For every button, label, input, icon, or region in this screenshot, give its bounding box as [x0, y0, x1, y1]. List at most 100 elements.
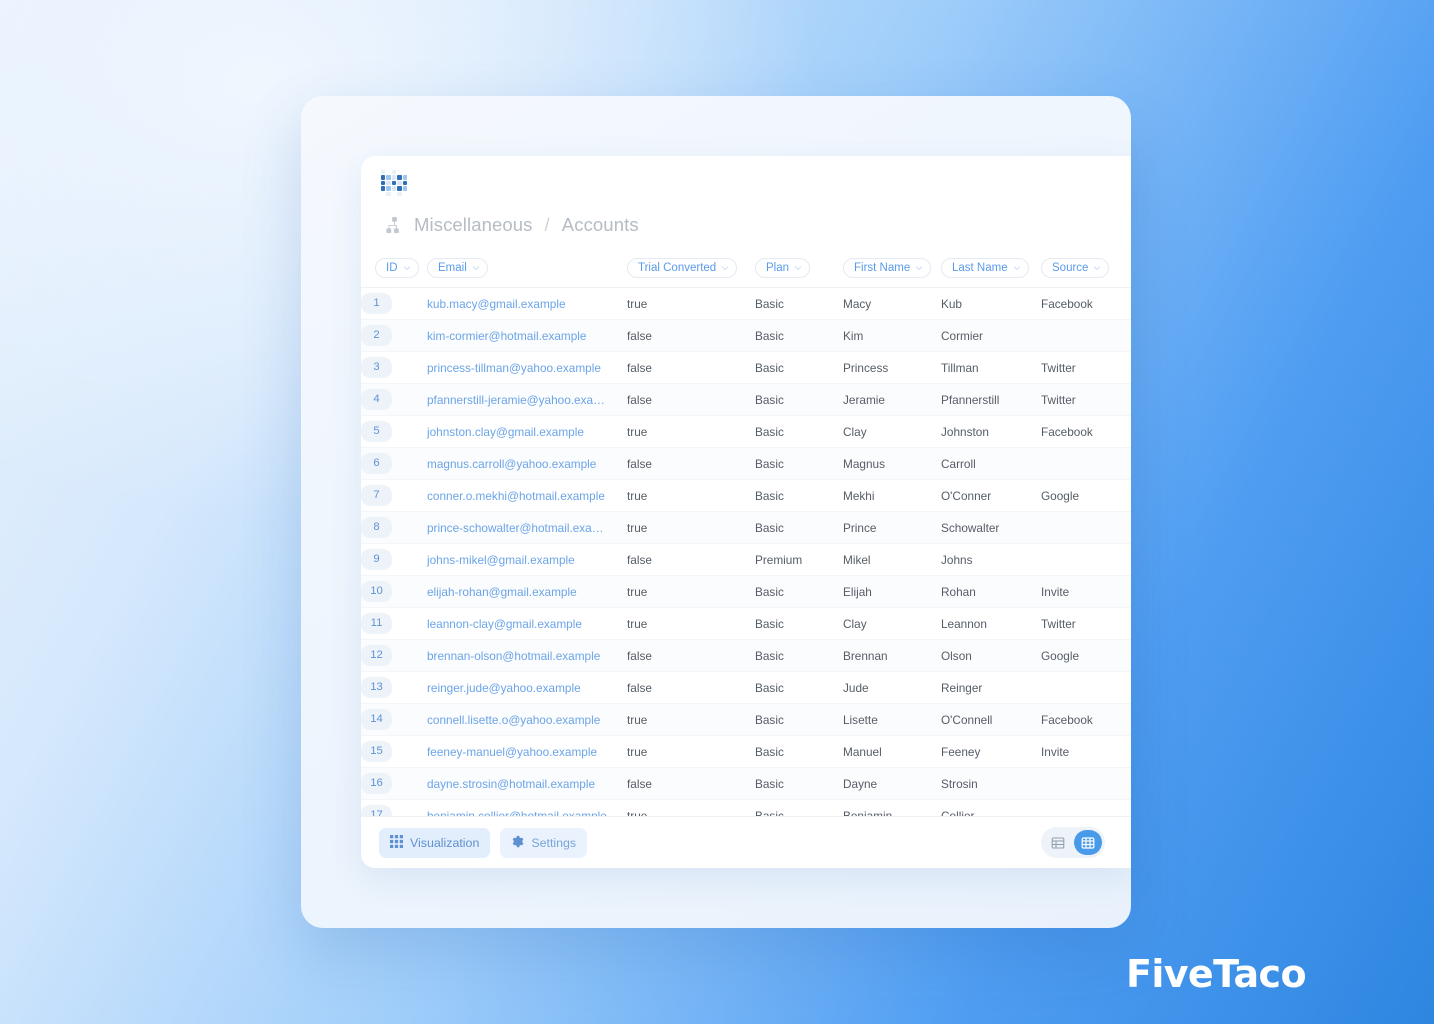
- table-row[interactable]: 8 prince-schowalter@hotmail.exa… true Basic…: [361, 511, 1131, 544]
- email-link[interactable]: connell.lisette.o@yahoo.example: [427, 713, 600, 727]
- email-link[interactable]: conner.o.mekhi@hotmail.example: [427, 489, 605, 503]
- cell-source: [1041, 799, 1131, 816]
- cell-first-name: Magnus: [843, 447, 941, 480]
- table-row[interactable]: 7 conner.o.mekhi@hotmail.example true Basic…: [361, 479, 1131, 512]
- table-row[interactable]: 13 reinger.jude@yahoo.example false Basic Ju…: [361, 671, 1131, 704]
- email-link[interactable]: princess-tillman@yahoo.example: [427, 361, 601, 375]
- visualization-button[interactable]: Visualization: [379, 827, 491, 858]
- email-link[interactable]: kim-cormier@hotmail.example: [427, 329, 586, 343]
- email-link[interactable]: elijah-rohan@gmail.example: [427, 585, 577, 599]
- settings-button[interactable]: Settings: [500, 827, 588, 858]
- cell-email: magnus.carroll@yahoo.example: [427, 447, 627, 480]
- view-mode-toggle-group: [1041, 827, 1105, 858]
- breadcrumb-parent[interactable]: Miscellaneous: [414, 214, 533, 236]
- table-row[interactable]: 1 kub.macy@gmail.example true Basic Macy Kub F…: [361, 287, 1131, 320]
- column-label-source: Source: [1052, 262, 1089, 274]
- table-row[interactable]: 11 leannon-clay@gmail.example true Basic Cla…: [361, 607, 1131, 640]
- email-link[interactable]: reinger.jude@yahoo.example: [427, 681, 581, 695]
- table-row[interactable]: 16 dayne.strosin@hotmail.example false Basi…: [361, 767, 1131, 800]
- cell-last-name: Collier: [941, 799, 1041, 816]
- cell-source: Invite: [1041, 735, 1131, 768]
- cell-first-name: Mikel: [843, 543, 941, 576]
- cell-trial-converted: true: [627, 287, 755, 320]
- cell-email: pfannerstill-jeramie@yahoo.exa…: [427, 383, 627, 416]
- table-row[interactable]: 9 johns-mikel@gmail.example false Premium Mi…: [361, 543, 1131, 576]
- cell-last-name: Strosin: [941, 767, 1041, 800]
- cell-first-name: Jude: [843, 671, 941, 704]
- list-view-toggle[interactable]: [1044, 830, 1072, 855]
- id-badge: 9: [361, 549, 392, 570]
- table-row[interactable]: 12 brennan-olson@hotmail.example false Basi…: [361, 639, 1131, 672]
- email-link[interactable]: johns-mikel@gmail.example: [427, 553, 575, 567]
- table-row[interactable]: 15 feeney-manuel@yahoo.example true Basic Ma…: [361, 735, 1131, 768]
- cell-source: [1041, 319, 1131, 352]
- cell-last-name: Tillman: [941, 351, 1041, 384]
- cell-id: 12: [361, 639, 427, 672]
- id-badge: 4: [361, 389, 392, 410]
- id-badge: 12: [361, 645, 392, 666]
- table-row[interactable]: 14 connell.lisette.o@yahoo.example true Bas…: [361, 703, 1131, 736]
- cell-trial-converted: true: [627, 575, 755, 608]
- app-logo-bar: [361, 156, 1131, 206]
- chevron-down-icon: [1013, 266, 1020, 271]
- column-filter-id[interactable]: ID: [375, 258, 419, 278]
- column-filter-first-name[interactable]: First Name: [843, 258, 932, 278]
- id-badge: 16: [361, 773, 392, 794]
- id-badge: 6: [361, 453, 392, 474]
- column-filter-plan[interactable]: Plan: [755, 258, 811, 278]
- id-badge: 5: [361, 421, 392, 442]
- email-link[interactable]: dayne.strosin@hotmail.example: [427, 777, 595, 791]
- email-link[interactable]: johnston.clay@gmail.example: [427, 425, 584, 439]
- table-row[interactable]: 17 benjamin.collier@hotmail.example true Ba…: [361, 799, 1131, 816]
- column-filter-email[interactable]: Email: [427, 258, 488, 278]
- column-filter-last-name[interactable]: Last Name: [941, 258, 1029, 278]
- table-row[interactable]: 3 princess-tillman@yahoo.example false Basi…: [361, 351, 1131, 384]
- column-filter-source[interactable]: Source: [1041, 258, 1110, 278]
- column-header-plan: Plan: [755, 252, 843, 288]
- cell-last-name: Feeney: [941, 735, 1041, 768]
- column-label-id: ID: [386, 262, 398, 274]
- table-row[interactable]: 4 pfannerstill-jeramie@yahoo.exa… false Bas…: [361, 383, 1131, 416]
- cell-source: [1041, 767, 1131, 800]
- cell-plan: Basic: [755, 511, 843, 544]
- breadcrumb-current[interactable]: Accounts: [562, 214, 639, 236]
- id-badge: 15: [361, 741, 392, 762]
- table-row[interactable]: 5 johnston.clay@gmail.example true Basic Cla…: [361, 415, 1131, 448]
- table-body: 1 kub.macy@gmail.example true Basic Macy Kub F…: [361, 287, 1131, 816]
- cell-last-name: Olson: [941, 639, 1041, 672]
- email-link[interactable]: benjamin.collier@hotmail.example: [427, 809, 607, 816]
- cell-email: feeney-manuel@yahoo.example: [427, 735, 627, 768]
- id-badge: 10: [361, 581, 392, 602]
- email-link[interactable]: magnus.carroll@yahoo.example: [427, 457, 596, 471]
- table-row[interactable]: 6 magnus.carroll@yahoo.example false Basic M…: [361, 447, 1131, 480]
- cell-plan: Basic: [755, 575, 843, 608]
- email-link[interactable]: prince-schowalter@hotmail.exa…: [427, 521, 604, 535]
- cell-trial-converted: true: [627, 735, 755, 768]
- cell-plan: Basic: [755, 479, 843, 512]
- hierarchy-icon: [385, 216, 404, 235]
- cell-last-name: Kub: [941, 287, 1041, 320]
- cell-first-name: Elijah: [843, 575, 941, 608]
- email-link[interactable]: feeney-manuel@yahoo.example: [427, 745, 597, 759]
- cell-id: 9: [361, 543, 427, 576]
- cell-id: 14: [361, 703, 427, 736]
- email-link[interactable]: leannon-clay@gmail.example: [427, 617, 582, 631]
- email-link[interactable]: brennan-olson@hotmail.example: [427, 649, 600, 663]
- column-header-email: Email: [427, 252, 627, 288]
- cell-first-name: Prince: [843, 511, 941, 544]
- grid-view-toggle[interactable]: [1074, 830, 1102, 855]
- id-badge: 13: [361, 677, 392, 698]
- email-link[interactable]: pfannerstill-jeramie@yahoo.exa…: [427, 393, 605, 407]
- email-link[interactable]: kub.macy@gmail.example: [427, 297, 566, 311]
- cell-last-name: O'Connell: [941, 703, 1041, 736]
- column-label-trial: Trial Converted: [638, 262, 717, 274]
- cell-id: 13: [361, 671, 427, 704]
- table-row[interactable]: 10 elijah-rohan@gmail.example true Basic Eli…: [361, 575, 1131, 608]
- chevron-down-icon: [915, 266, 923, 271]
- cell-plan: Basic: [755, 447, 843, 480]
- table-row[interactable]: 2 kim-cormier@hotmail.example false Basic Ki…: [361, 319, 1131, 352]
- cell-trial-converted: true: [627, 703, 755, 736]
- cell-first-name: Lisette: [843, 703, 941, 736]
- cell-trial-converted: false: [627, 447, 755, 480]
- column-filter-trial-converted[interactable]: Trial Converted: [627, 258, 738, 278]
